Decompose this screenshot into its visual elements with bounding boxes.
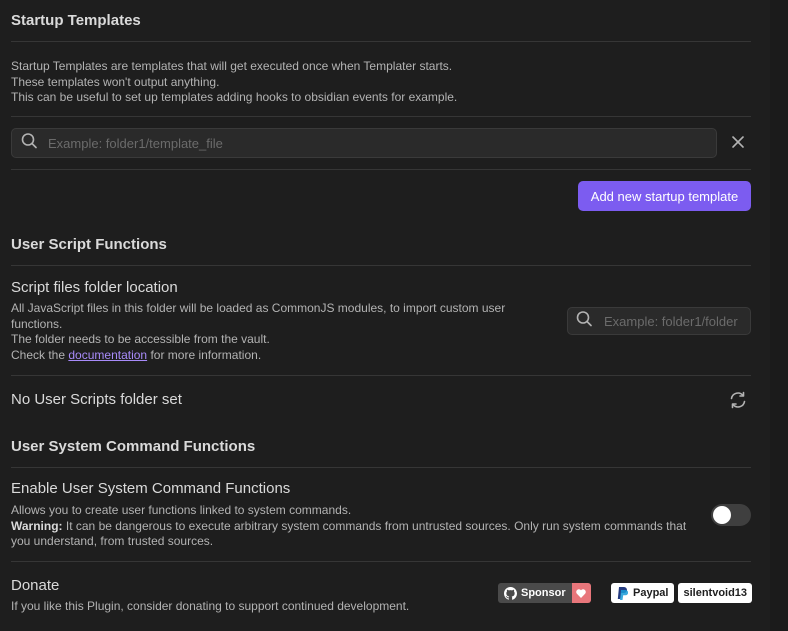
donate-description: If you like this Plugin, consider donati… xyxy=(11,599,410,613)
description-text: for more information. xyxy=(147,347,262,362)
sponsor-left: Sponsor xyxy=(498,583,572,603)
search-icon xyxy=(21,133,37,154)
description-line: All JavaScript files in this folder will… xyxy=(11,301,506,315)
system-commands-setting-name: Enable User System Command Functions xyxy=(11,480,291,497)
description-line: Startup Templates are templates that wil… xyxy=(11,59,453,73)
donate-setting-name: Donate xyxy=(11,577,60,594)
warning-label: Warning: xyxy=(11,518,63,533)
description-line: This can be useful to set up templates a… xyxy=(11,90,458,104)
divider xyxy=(11,467,751,468)
description-line: The folder needs to be accessible from t… xyxy=(11,332,270,346)
description-line: Warning: It can be dangerous to execute … xyxy=(11,519,701,535)
startup-template-input[interactable] xyxy=(48,129,708,157)
divider xyxy=(11,116,751,117)
paypal-icon xyxy=(617,586,628,600)
script-folder-input[interactable] xyxy=(604,308,744,334)
close-icon[interactable] xyxy=(731,135,745,149)
description-line: These templates won't output anything. xyxy=(11,74,220,89)
startup-templates-heading: Startup Templates xyxy=(11,12,141,29)
github-icon xyxy=(504,586,517,600)
description-line: Allows you to create user functions link… xyxy=(11,503,352,517)
search-icon xyxy=(576,311,592,332)
script-folder-search[interactable] xyxy=(567,307,751,335)
script-folder-setting-name: Script files folder location xyxy=(11,279,178,296)
github-sponsor-button[interactable]: Sponsor xyxy=(498,583,591,603)
system-commands-toggle[interactable] xyxy=(711,504,751,526)
description-text: Check the xyxy=(11,347,69,362)
startup-templates-description: Startup Templates are templates that wil… xyxy=(11,59,457,106)
divider xyxy=(11,265,751,266)
documentation-link[interactable]: documentation xyxy=(68,348,147,362)
sponsor-label: Sponsor xyxy=(521,587,566,599)
paypal-left: Paypal xyxy=(611,583,675,603)
heart-icon xyxy=(571,583,591,603)
user-script-functions-heading: User Script Functions xyxy=(11,236,167,253)
divider xyxy=(11,169,751,170)
divider xyxy=(11,375,751,376)
add-startup-template-button[interactable]: Add new startup template xyxy=(578,181,751,211)
warning-text: It can be dangerous to execute arbitrary… xyxy=(62,518,687,533)
paypal-label: Paypal xyxy=(633,587,669,599)
paypal-username: silentvoid13 xyxy=(678,583,753,603)
description-line: you understand, from trusted sources. xyxy=(11,534,214,548)
system-commands-description: Allows you to create user functions link… xyxy=(11,503,701,550)
scrollbar-track[interactable] xyxy=(770,0,788,631)
divider xyxy=(11,561,751,562)
description-line: Check the documentation for more informa… xyxy=(11,348,521,364)
toggle-knob xyxy=(713,506,731,524)
divider xyxy=(11,41,751,42)
no-user-scripts-text: No User Scripts folder set xyxy=(11,391,182,408)
startup-template-search[interactable] xyxy=(11,128,717,158)
refresh-icon[interactable] xyxy=(729,391,747,409)
paypal-button[interactable]: Paypal silentvoid13 xyxy=(611,583,753,603)
description-line: functions. xyxy=(11,316,63,331)
script-folder-description: All JavaScript files in this folder will… xyxy=(11,301,521,363)
system-command-functions-heading: User System Command Functions xyxy=(11,438,256,455)
